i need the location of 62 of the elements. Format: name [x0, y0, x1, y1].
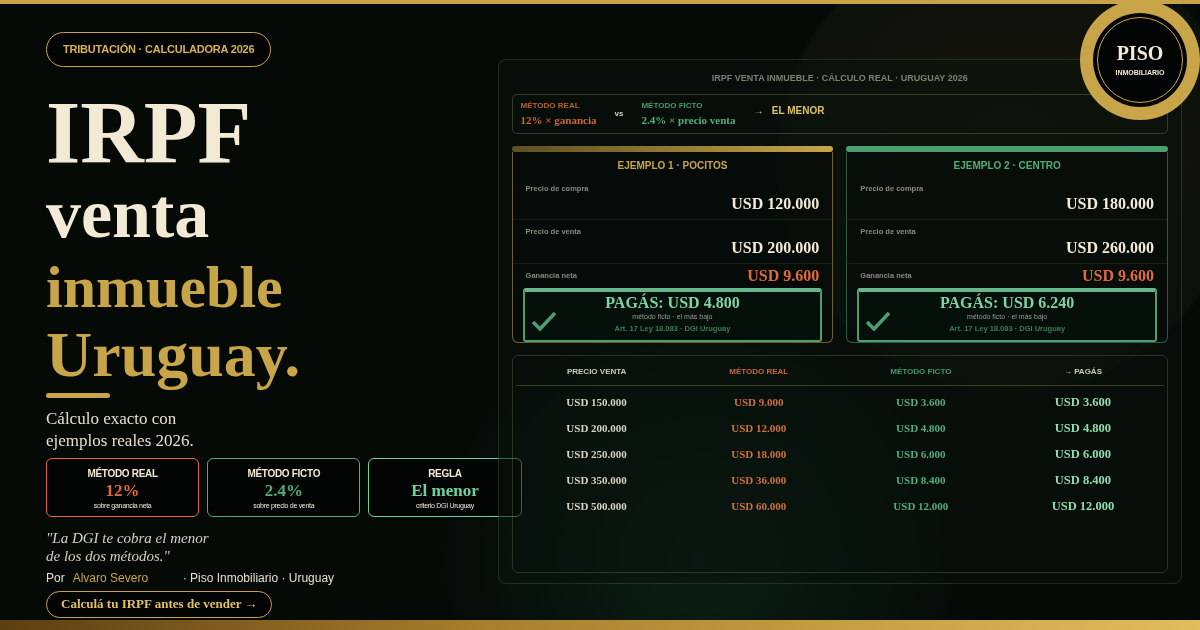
example-title: EJEMPLO 2 · CENTRO	[952, 159, 1062, 173]
table-cell-text: USD 4.800	[895, 420, 947, 436]
vs-label: vs	[614, 107, 624, 120]
stat-value: 2.4%	[263, 480, 304, 501]
table-cell-text: USD 36.000	[730, 472, 788, 488]
logo-name: PISO	[1116, 41, 1164, 64]
table-cell-text: USD 18.000	[730, 446, 788, 462]
payment-amount: PAGÁS: USD 4.800	[604, 292, 741, 312]
column-header: MÉTODO FICTO	[839, 359, 1002, 386]
table-cell-text: USD 6.000	[895, 446, 947, 462]
column-header: MÉTODO REAL	[677, 359, 840, 386]
table-cell-text: USD 250.000	[565, 446, 628, 462]
stat-label: REGLA	[427, 466, 463, 481]
cta-button[interactable]: Calculá tu IRPF antes de vender →	[46, 591, 273, 618]
subtitle-line: Cálculo exacto con	[46, 407, 178, 430]
column-header: → PAGÁS	[1001, 359, 1164, 386]
payment-amount: PAGÁS: USD 6.240	[938, 292, 1076, 312]
stat-label: MÉTODO REAL	[86, 466, 159, 481]
example-title: EJEMPLO 1 · POCITOS	[616, 159, 729, 173]
table-cell-text: USD 12.000	[1050, 497, 1116, 515]
table-cell-text: USD 9.000	[732, 394, 785, 410]
table-cell-text: USD 3.600	[895, 394, 947, 410]
table-cell-text: USD 4.800	[1053, 419, 1113, 437]
table-cell-text: USD 60.000	[730, 498, 788, 514]
table-cell-text: USD 150.000	[565, 394, 628, 410]
check-icon	[865, 309, 892, 332]
method-label: MÉTODO FICTO	[641, 99, 704, 112]
column-header: PRECIO VENTA	[515, 359, 678, 386]
method-formula: 2.4% × precio venta	[641, 112, 736, 128]
table-cell-text: USD 6.000	[1053, 445, 1113, 463]
table-cell-text: USD 500.000	[565, 498, 628, 514]
table-cell-text: USD 350.000	[565, 472, 628, 488]
stat-value: 12%	[104, 480, 141, 501]
table-cell-text: USD 200.000	[565, 420, 628, 436]
quote-line: de los dos métodos."	[46, 547, 171, 565]
panel-title: IRPF VENTA INMUEBLE · CÁLCULO REAL · URUGUAY 2026	[711, 72, 968, 85]
field-value: USD 9.600	[747, 265, 820, 286]
headline-line: venta	[46, 178, 211, 249]
table-cell-text: USD 12.000	[892, 498, 950, 514]
field-value: USD 260.000	[1065, 237, 1154, 258]
field-value: USD 9.600	[1082, 265, 1154, 286]
method-formula: 12% × ganancia	[520, 112, 597, 128]
field-value: USD 120.000	[730, 194, 820, 215]
stat-value: El menor	[410, 480, 480, 501]
check-icon	[530, 309, 557, 332]
headline-line: inmueble	[46, 256, 284, 317]
table-cell-text: USD 8.400	[1053, 471, 1113, 489]
field-value: USD 180.000	[1065, 194, 1154, 215]
byline-prefix: Por	[46, 570, 65, 587]
table-cell-text: USD 8.400	[895, 472, 947, 488]
byline-text: · Piso Inmobiliario · Uruguay	[182, 570, 335, 587]
headline-line: IRPF	[46, 88, 253, 177]
subtitle-line: ejemplos reales 2026.	[46, 429, 195, 452]
result-label: → EL MENOR	[753, 104, 825, 119]
quote-line: "La DGI te cobra el menor	[46, 529, 210, 547]
category-tag: TRIBUTACIÓN · CALCULADORA 2026	[46, 32, 272, 67]
stat-label: MÉTODO FICTO	[246, 466, 322, 481]
table-cell-text: USD 3.600	[1053, 393, 1113, 411]
field-value: USD 200.000	[730, 237, 820, 258]
table-cell-text: USD 12.000	[730, 420, 788, 436]
author-name: Alvaro Severo	[72, 570, 150, 587]
method-label: MÉTODO REAL	[520, 99, 581, 112]
